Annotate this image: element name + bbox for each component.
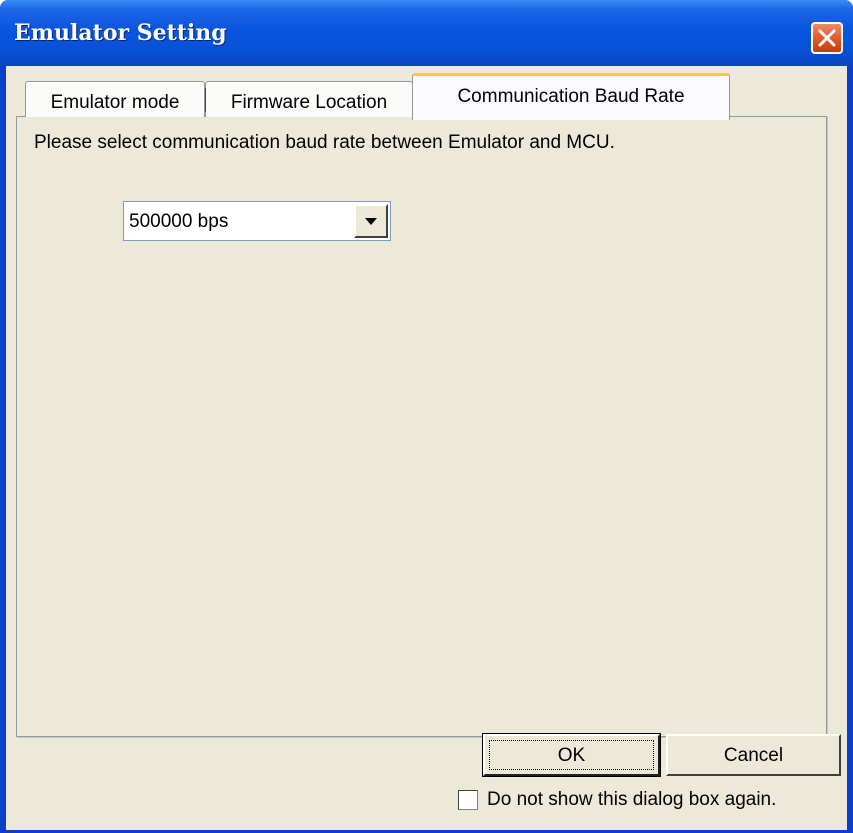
tab-label: Communication Baud Rate bbox=[457, 86, 685, 107]
tab-emulator-mode[interactable]: Emulator mode bbox=[25, 81, 205, 117]
cancel-button-label: Cancel bbox=[723, 745, 784, 766]
tab-communication-baud-rate[interactable]: Communication Baud Rate bbox=[412, 73, 730, 120]
ok-button[interactable]: OK bbox=[482, 733, 661, 777]
dont-show-again-checkbox[interactable] bbox=[458, 790, 478, 810]
dialog-window: Emulator Setting Emulator mode Firmware … bbox=[0, 0, 853, 833]
window-title: Emulator Setting bbox=[14, 20, 227, 46]
instruction-text: Please select communication baud rate be… bbox=[34, 132, 615, 153]
dialog-client-area: Emulator mode Firmware Location Communic… bbox=[6, 66, 847, 830]
title-bar[interactable]: Emulator Setting bbox=[0, 0, 853, 66]
tab-label: Emulator mode bbox=[50, 92, 180, 113]
chevron-down-icon bbox=[365, 218, 377, 225]
baud-rate-select[interactable]: 500000 bps bbox=[123, 201, 391, 241]
cancel-button[interactable]: Cancel bbox=[666, 734, 841, 776]
tab-divider bbox=[205, 88, 206, 112]
close-button[interactable] bbox=[811, 22, 843, 54]
close-icon bbox=[818, 29, 836, 47]
ok-button-label: OK bbox=[557, 745, 586, 766]
tab-firmware-location[interactable]: Firmware Location bbox=[205, 81, 413, 117]
baud-rate-value: 500000 bps bbox=[129, 211, 229, 232]
tab-label: Firmware Location bbox=[230, 92, 388, 113]
dont-show-again-label[interactable]: Do not show this dialog box again. bbox=[487, 789, 776, 811]
baud-rate-dropdown-button[interactable] bbox=[354, 204, 388, 238]
